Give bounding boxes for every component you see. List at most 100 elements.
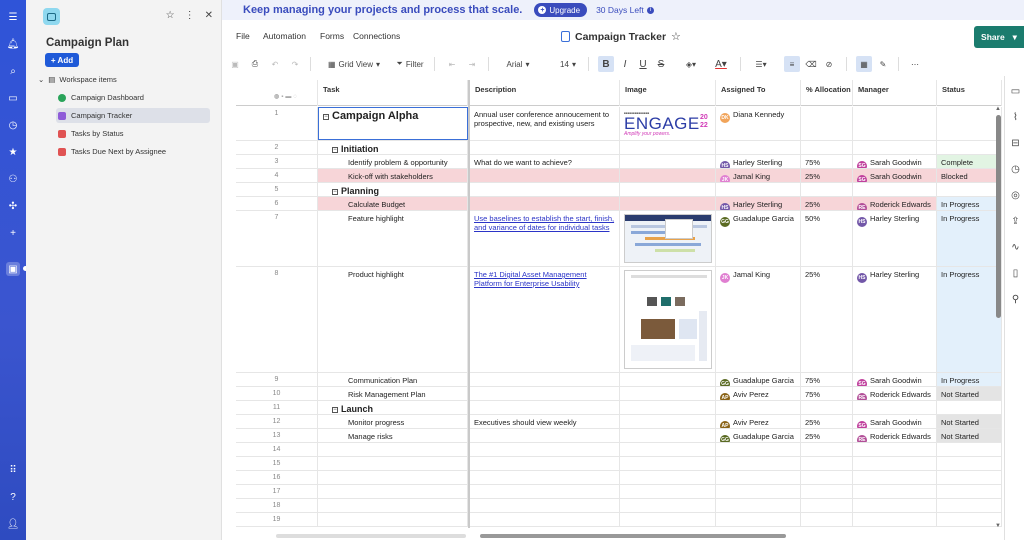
cell-task[interactable]: Monitor progress [318,415,468,428]
more-options-icon[interactable]: ⋮ [185,10,195,21]
info-icon[interactable]: i [646,6,654,14]
cell-status[interactable] [937,443,1002,456]
cell-assigned-to[interactable] [716,141,801,154]
cell-assigned-to[interactable] [716,443,801,456]
more-icon[interactable]: ⋯ [908,56,922,72]
cell-description[interactable]: Annual user conference annoucement to pr… [470,107,620,140]
activity-icon[interactable]: ∿ [1010,242,1021,253]
cell-assigned-to[interactable]: JK Jamal King [716,267,801,372]
chevron-down-icon[interactable]: ▾ [1013,32,1017,43]
table-row[interactable]: 15 [236,457,1002,471]
cell-status[interactable] [937,471,1002,484]
cell-allocation[interactable] [801,485,853,498]
cell-description[interactable]: Use baselines to establish the start, fi… [470,211,620,266]
font-size-dropdown[interactable]: 14 ▾ [556,56,580,72]
table-row[interactable]: 10 Risk Management Plan AP Aviv Perez 75% RE R… [236,387,1002,401]
cell-image[interactable] [620,197,716,210]
cell-assigned-to[interactable]: AP Aviv Perez [716,387,801,400]
cell-image[interactable] [620,401,716,414]
column-header-image[interactable]: Image [620,80,716,106]
underline-button[interactable]: U [636,56,650,72]
collapse-icon[interactable]: − [332,189,338,195]
table-row[interactable]: 5 − Planning [236,183,1002,197]
cell-assigned-to[interactable] [716,513,801,526]
cell-manager[interactable]: SG Sarah Goodwin [853,415,937,428]
cell-task[interactable]: Manage risks [318,429,468,442]
cell-status[interactable]: Not Started [937,429,1002,442]
table-row[interactable]: 4 Kick-off with stakeholders JK Jamal King 2… [236,169,1002,183]
cell-allocation[interactable] [801,141,853,154]
create-new-icon[interactable]: + [6,226,20,240]
cell-task[interactable]: − Campaign Alpha [318,107,468,140]
table-row[interactable]: 6 Calculate Budget HS Harley Sterling 25% RE R… [236,197,1002,211]
cell-description[interactable]: What do we want to achieve? [470,155,620,168]
table-row[interactable]: 16 [236,471,1002,485]
cell-manager[interactable] [853,141,937,154]
table-row[interactable]: 3 Identify problem & opportunity What do w… [236,155,1002,169]
cell-status[interactable] [937,401,1002,414]
cell-description[interactable] [470,197,620,210]
close-icon[interactable]: ✕ [205,10,213,21]
cell-allocation[interactable]: 25% [801,169,853,182]
cell-task[interactable]: Risk Management Plan [318,387,468,400]
cell-allocation[interactable] [801,443,853,456]
sidebar-item-campaign-dashboard[interactable]: Campaign Dashboard [56,90,210,105]
notifications-icon[interactable]: 🔔︎ [6,37,20,51]
column-header-allocation[interactable]: % Allocation [801,80,853,106]
favorites-icon[interactable]: ★ [6,145,20,159]
cell-task[interactable] [318,513,468,526]
cell-image[interactable] [620,267,716,372]
table-row[interactable]: 11 − Launch [236,401,1002,415]
cell-manager[interactable] [853,183,937,196]
cell-status[interactable] [937,183,1002,196]
frozen-scroll-thumb[interactable] [276,534,466,538]
cell-manager[interactable] [853,499,937,512]
cell-status[interactable]: Blocked [937,169,1002,182]
undo-icon[interactable]: ↶ [268,56,282,72]
cell-description[interactable] [470,499,620,512]
proofs-icon[interactable]: ⊟ [1010,138,1021,149]
cell-assigned-to[interactable] [716,401,801,414]
menu-automation[interactable]: Automation [263,31,306,41]
cell-task[interactable] [318,457,468,470]
cell-allocation[interactable]: 75% [801,387,853,400]
cell-assigned-to[interactable] [716,183,801,196]
history-icon[interactable]: ◷ [1010,164,1021,175]
cell-task[interactable] [318,485,468,498]
apps-icon[interactable]: ✣ [6,199,20,213]
cell-manager[interactable]: RE Roderick Edwards [853,429,937,442]
cell-assigned-to[interactable]: GG Guadalupe Garcia [716,429,801,442]
cell-description[interactable] [470,513,620,526]
cell-manager[interactable] [853,513,937,526]
cell-allocation[interactable]: 25% [801,415,853,428]
cell-status[interactable]: Not Started [937,387,1002,400]
publish-icon[interactable]: ⇪ [1010,216,1021,227]
column-header-description[interactable]: Description [470,80,620,106]
search-icon[interactable]: ⌕ [6,64,20,78]
cell-image[interactable] [620,457,716,470]
cell-description[interactable] [470,485,620,498]
font-family-dropdown[interactable]: Arial ▾ [500,56,536,72]
cell-image[interactable] [620,443,716,456]
scroll-down-icon[interactable]: ▼ [995,523,1001,529]
cell-image[interactable]: ■■■■■■■■■■■■■■ ENGAGE 20 22 Amplify your pow… [620,107,716,140]
cell-manager[interactable] [853,107,937,140]
cell-allocation[interactable] [801,401,853,414]
cell-description[interactable] [470,443,620,456]
scroll-up-icon[interactable]: ▲ [995,106,1001,112]
cell-description[interactable] [470,457,620,470]
cell-allocation[interactable] [801,471,853,484]
cell-assigned-to[interactable] [716,457,801,470]
table-row[interactable]: 8 Product highlight The #1 Digital Asset M… [236,267,1002,373]
cell-image[interactable] [620,499,716,512]
table-row[interactable]: 17 [236,485,1002,499]
cell-description[interactable] [470,141,620,154]
cell-image[interactable] [620,211,716,266]
cell-task[interactable]: Calculate Budget [318,197,468,210]
sidebar-item-campaign-tracker[interactable]: Campaign Tracker [56,108,210,123]
cell-task[interactable]: − Launch [318,401,468,414]
cell-allocation[interactable]: 50% [801,211,853,266]
cell-manager[interactable]: RE Roderick Edwards [853,387,937,400]
cell-manager[interactable]: SG Sarah Goodwin [853,169,937,182]
highlight-icon[interactable]: ✎ [876,56,890,72]
